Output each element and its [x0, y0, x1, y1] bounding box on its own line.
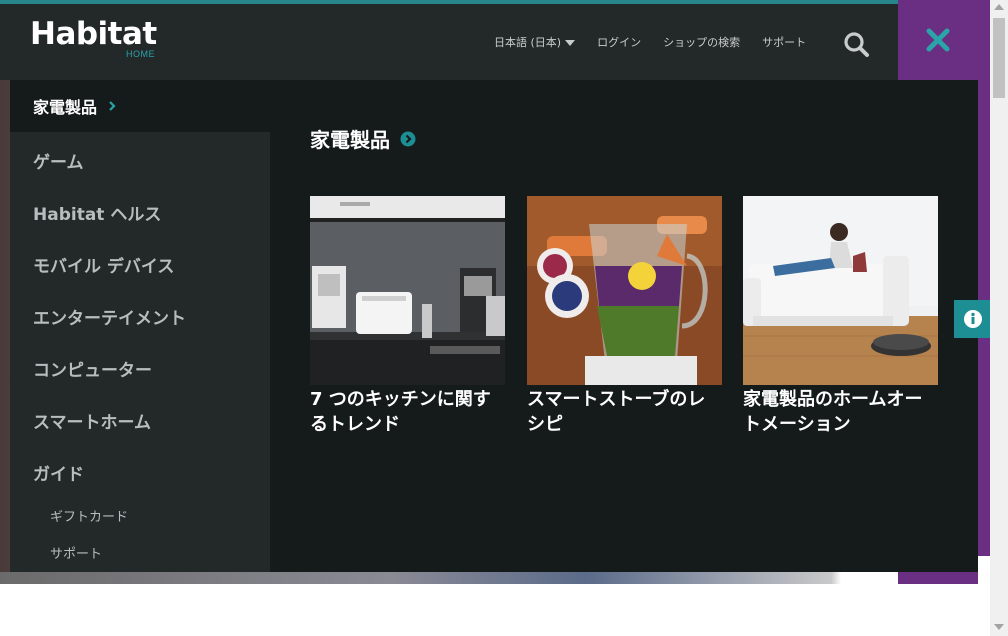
store-finder-link[interactable]: ショップの検索 [663, 34, 740, 50]
mega-menu: 家電製品 ゲーム Habitat ヘルス モバイル デバイス エンターテイメント… [10, 80, 978, 572]
sidebar-item-appliances[interactable]: 家電製品 [10, 80, 270, 132]
support-link[interactable]: サポート [762, 34, 806, 50]
category-sidebar: ゲーム Habitat ヘルス モバイル デバイス エンターテイメント コンピュ… [10, 132, 270, 572]
category-title: 家電製品 [310, 128, 390, 152]
circle-arrow-icon [400, 131, 416, 146]
scrollbar-thumb[interactable] [993, 18, 1005, 98]
sidebar-item-guides[interactable]: ガイド [33, 460, 84, 485]
login-link[interactable]: ログイン [597, 34, 641, 50]
habitat-logo[interactable]: Habitat HOME [30, 16, 170, 64]
article-title: 7 つのキッチンに関するトレンド [310, 389, 491, 435]
kitchen-image [310, 196, 505, 385]
background-strip [0, 572, 978, 584]
sidebar-subitem-support[interactable]: サポート [50, 543, 102, 562]
scroll-up-arrow-icon[interactable] [994, 4, 1004, 10]
chevron-right-icon [109, 101, 116, 111]
sidebar-item-mobile[interactable]: モバイル デバイス [33, 252, 174, 277]
article-title: スマートストーブのレシピ [527, 389, 706, 435]
sidebar-subitem-gift-card[interactable]: ギフトカード [50, 506, 128, 525]
article-card-smart-stove[interactable]: スマートストーブのレシピ [527, 196, 722, 437]
sidebar-item-games[interactable]: ゲーム [33, 148, 84, 173]
page-bottom-area [0, 584, 978, 636]
purple-edge [978, 0, 990, 556]
article-card-kitchen-trends[interactable]: 7 つのキッチンに関するトレンド [310, 196, 505, 437]
sidebar-item-computers[interactable]: コンピューター [33, 356, 152, 381]
site-header: Habitat HOME 日本語 (日本) ログイン ショップの検索 サポート [0, 4, 898, 80]
sidebar-item-smart-home[interactable]: スマートホーム [33, 408, 151, 433]
white-edge [978, 556, 990, 636]
scroll-down-arrow-icon[interactable] [994, 624, 1004, 630]
living-room-image [743, 196, 938, 385]
search-icon[interactable] [842, 30, 872, 60]
header-nav: 日本語 (日本) ログイン ショップの検索 サポート [494, 34, 828, 50]
sidebar-item-health[interactable]: Habitat ヘルス [33, 200, 161, 225]
logo-subtext: HOME [126, 49, 155, 59]
logo-wordmark: Habitat [30, 16, 157, 52]
article-title: 家電製品のホームオートメーション [743, 389, 923, 435]
language-selector[interactable]: 日本語 (日本) [494, 34, 576, 50]
blender-image [527, 196, 722, 385]
sidebar-item-entertainment[interactable]: エンターテイメント [33, 304, 186, 329]
close-icon[interactable] [924, 26, 952, 54]
caret-down-icon [565, 40, 576, 46]
sidebar-item-label: 家電製品 [33, 98, 98, 117]
article-card-home-automation[interactable]: 家電製品のホームオートメーション [743, 196, 938, 437]
language-label: 日本語 (日本) [494, 36, 562, 49]
category-title-link[interactable]: 家電製品 [310, 124, 416, 153]
info-icon[interactable] [954, 300, 992, 338]
